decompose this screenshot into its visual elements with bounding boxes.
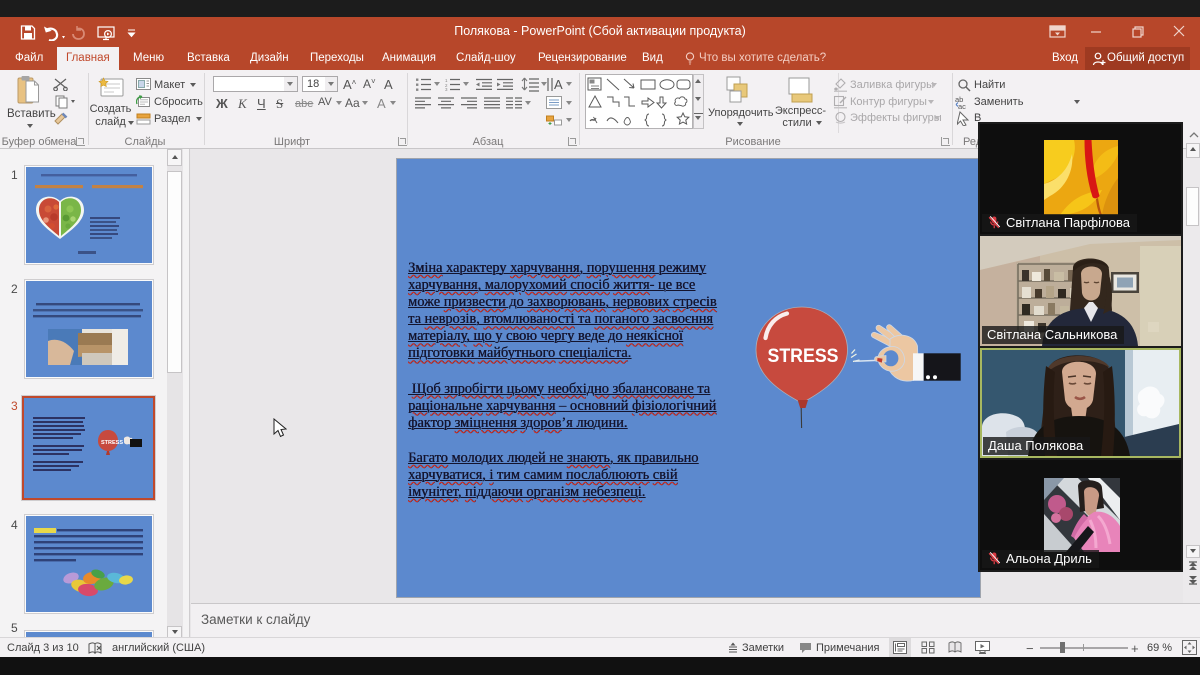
svg-text:STRESS: STRESS	[101, 440, 123, 446]
svg-text:A: A	[554, 77, 563, 92]
svg-text:3: 3	[445, 87, 448, 91]
svg-text:ac: ac	[958, 102, 966, 110]
svg-text:STRESS: STRESS	[768, 346, 839, 367]
